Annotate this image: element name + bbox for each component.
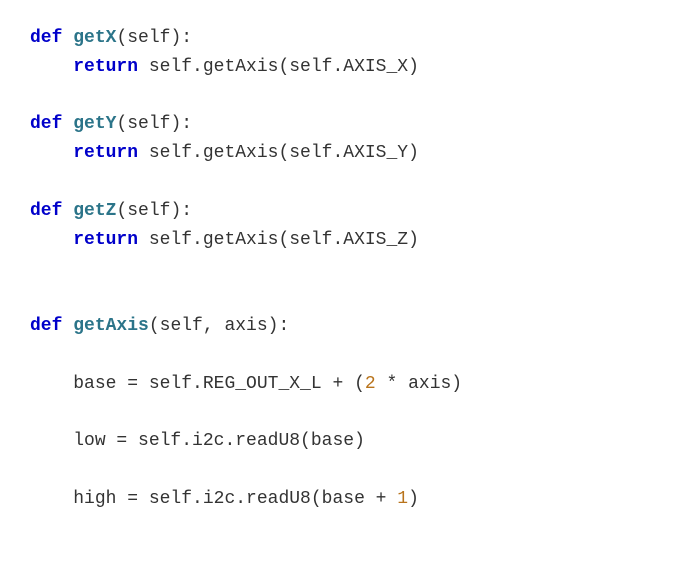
code-token: (self): [116,28,192,48]
code-token: return [73,143,138,163]
code-token: 2 [365,374,376,394]
code-line [30,283,645,312]
code-block: def getX(self): return self.getAxis(self… [30,24,645,514]
code-token: self.getAxis(self.AXIS_Y) [138,143,419,163]
code-token: 1 [397,489,408,509]
code-token: return [73,230,138,250]
code-token: (self): [116,114,192,134]
code-token: ) [408,489,419,509]
code-token: getX [73,28,116,48]
code-token: (self, axis): [149,316,289,336]
code-line: high = self.i2c.readU8(base + 1) [30,485,645,514]
code-line [30,254,645,283]
code-token: high = self.i2c.readU8(base + [73,489,397,509]
code-token: low = self.i2c.readU8(base) [73,431,365,451]
code-line: def getZ(self): [30,197,645,226]
code-token: self.getAxis(self.AXIS_X) [138,57,419,77]
code-line: def getX(self): [30,24,645,53]
code-token: return [73,57,138,77]
code-line [30,82,645,111]
code-line: return self.getAxis(self.AXIS_X) [30,53,645,82]
code-token: def [30,316,73,336]
code-line [30,341,645,370]
code-token: getY [73,114,116,134]
code-token: self.getAxis(self.AXIS_Z) [138,230,419,250]
code-token: def [30,201,73,221]
code-token: * axis) [376,374,462,394]
code-line [30,398,645,427]
code-token: getAxis [73,316,149,336]
code-line [30,168,645,197]
code-line: def getAxis(self, axis): [30,312,645,341]
code-line: def getY(self): [30,110,645,139]
code-token: base = self.REG_OUT_X_L + ( [73,374,365,394]
code-line: base = self.REG_OUT_X_L + (2 * axis) [30,370,645,399]
code-token: def [30,28,73,48]
code-line [30,456,645,485]
code-token: getZ [73,201,116,221]
code-line: low = self.i2c.readU8(base) [30,427,645,456]
code-token: def [30,114,73,134]
code-line: return self.getAxis(self.AXIS_Y) [30,139,645,168]
code-token: (self): [116,201,192,221]
code-line: return self.getAxis(self.AXIS_Z) [30,226,645,255]
